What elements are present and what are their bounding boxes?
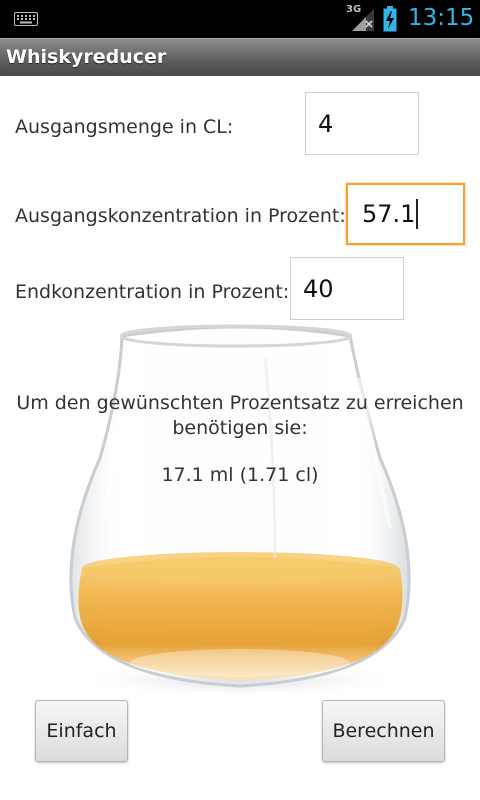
end-concentration-input[interactable]: 40 [290,257,404,320]
result-description-line1: Um den gewünschten Prozentsatz zu erreic… [16,392,464,414]
status-bar: 3G 13:15 [0,0,480,38]
start-concentration-input[interactable]: 57.1 [346,183,465,245]
keyboard-icon [14,12,38,26]
end-concentration-value: 40 [303,274,334,303]
app-title-bar: Whiskyreducer [0,38,480,76]
result-value: 17.1 ml (1.71 cl) [161,464,319,486]
end-concentration-label: Endkonzentration in Prozent: [15,281,290,303]
start-amount-value: 4 [318,109,334,138]
start-concentration-label: Ausgangskonzentration in Prozent: [15,205,346,227]
signal-icon [352,9,374,31]
battery-charging-icon [383,6,397,32]
clock: 13:15 [408,5,475,31]
start-amount-input[interactable]: 4 [305,92,419,155]
calculate-button[interactable]: Berechnen [322,700,445,762]
start-amount-label: Ausgangsmenge in CL: [15,116,234,138]
whisky-glass-image [69,324,411,698]
start-concentration-value: 57.1 [362,200,416,228]
result-description-line2: benötigen sie: [172,417,308,439]
app-title: Whiskyreducer [6,46,167,68]
text-cursor [416,199,419,229]
simple-button[interactable]: Einfach [35,700,128,762]
